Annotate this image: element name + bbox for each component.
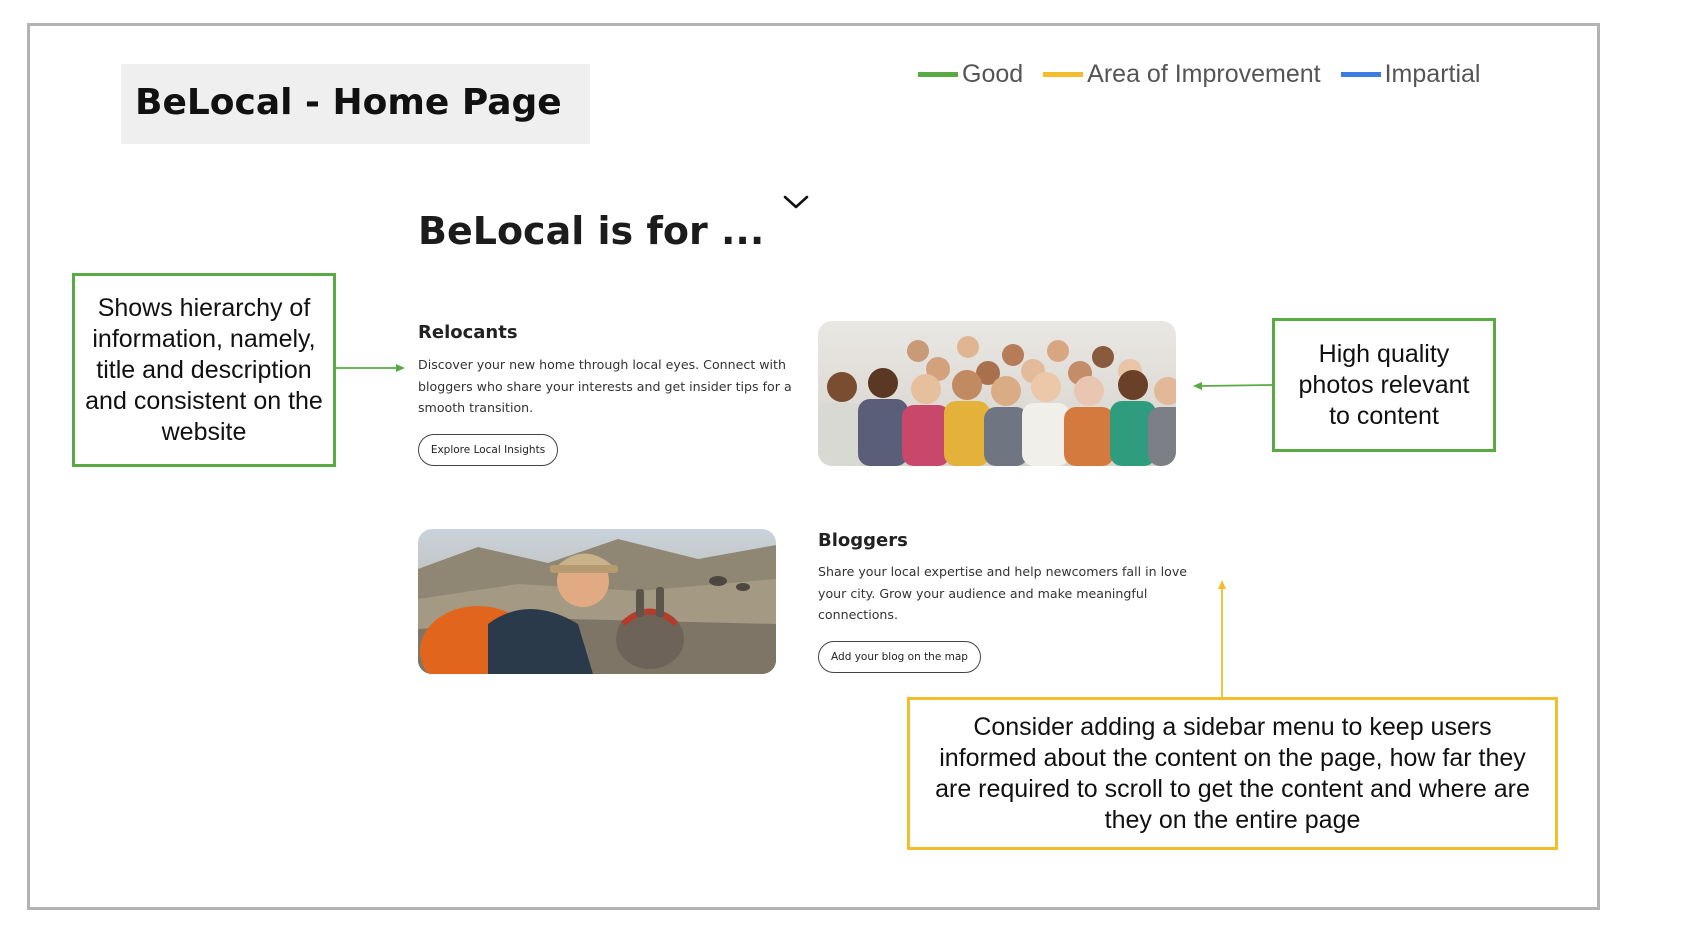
slide-title-box: BeLocal - Home Page xyxy=(121,64,590,144)
bloggers-description: Share your local expertise and help newc… xyxy=(818,564,1188,622)
annotation-sidebar: Consider adding a sidebar menu to keep u… xyxy=(907,697,1558,850)
legend-label-improvement: Area of Improvement xyxy=(1087,60,1321,88)
legend: Good Area of Improvement Impartial xyxy=(918,60,1500,89)
hiker-selfie-image xyxy=(418,529,776,674)
legend-swatch-good xyxy=(918,72,958,77)
relocants-description: Discover your new home through local eye… xyxy=(418,357,792,415)
legend-item-good: Good xyxy=(918,60,1023,89)
legend-item-improvement: Area of Improvement xyxy=(1043,60,1321,89)
chevron-down-icon[interactable] xyxy=(782,192,810,212)
section-heading: BeLocal is for ... xyxy=(418,209,765,253)
annotation-photos: High quality photos relevant to content xyxy=(1272,318,1496,452)
relocants-title: Relocants xyxy=(418,322,518,343)
add-blog-on-map-button[interactable]: Add your blog on the map xyxy=(818,641,981,673)
bloggers-title: Bloggers xyxy=(818,530,908,551)
group-people-image xyxy=(818,321,1176,466)
legend-swatch-improvement xyxy=(1043,72,1084,77)
legend-swatch-impartial xyxy=(1340,72,1381,77)
legend-label-good: Good xyxy=(962,60,1024,88)
explore-local-insights-button[interactable]: Explore Local Insights xyxy=(418,434,558,466)
annotation-photos-text: High quality photos relevant to content xyxy=(1298,339,1470,430)
annotation-sidebar-text: Consider adding a sidebar menu to keep u… xyxy=(935,712,1530,834)
slide-title: BeLocal - Home Page xyxy=(135,82,562,123)
legend-label-impartial: Impartial xyxy=(1384,60,1481,88)
annotation-hierarchy-text: Shows hierarchy of information, namely, … xyxy=(85,293,323,446)
legend-item-impartial: Impartial xyxy=(1340,60,1481,89)
relocants-photo xyxy=(818,321,1176,466)
annotation-hierarchy: Shows hierarchy of information, namely, … xyxy=(72,273,336,467)
bloggers-photo xyxy=(418,529,776,674)
